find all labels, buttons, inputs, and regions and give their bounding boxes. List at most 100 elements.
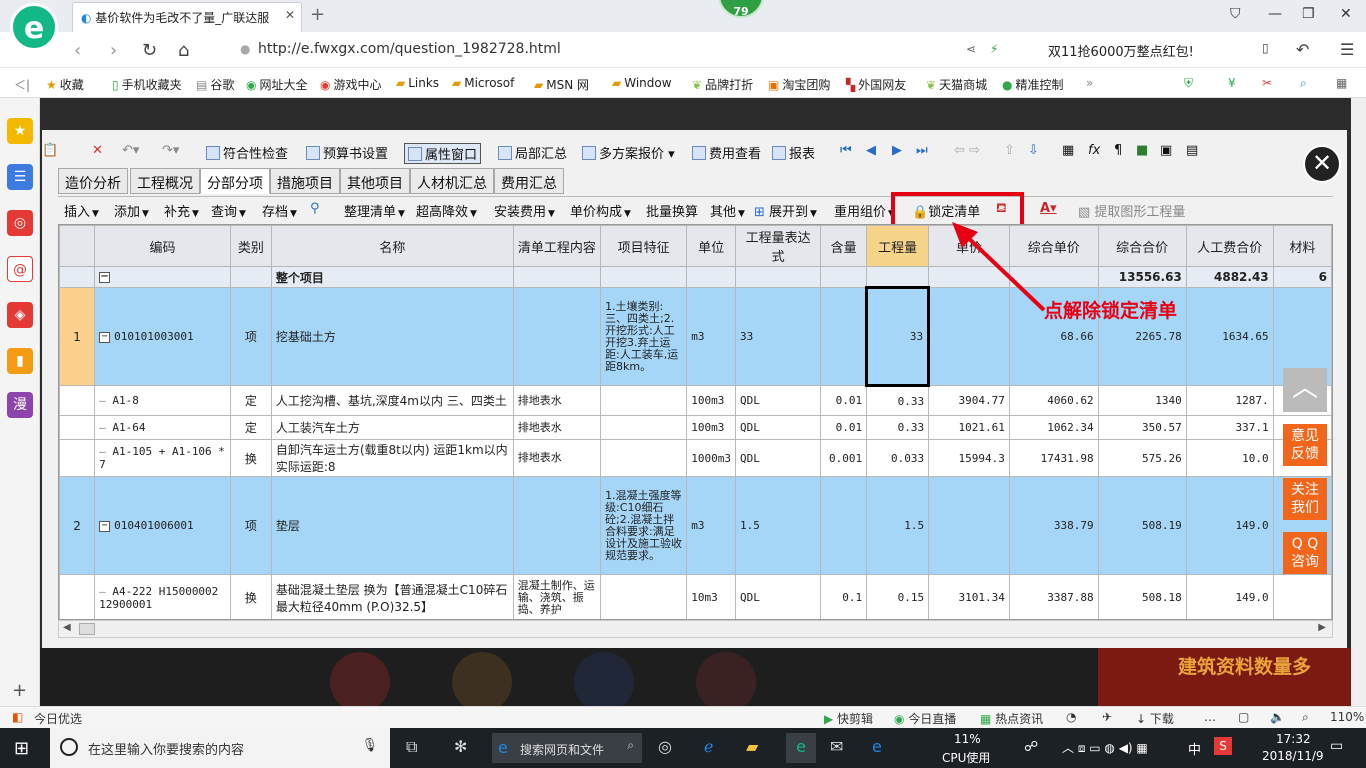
code-cell[interactable]: — A1-64 (94, 415, 231, 440)
follow-us-button[interactable]: 关注我们 (1283, 478, 1327, 520)
input-language[interactable]: 中 (1188, 739, 1201, 758)
tab-measures[interactable]: 措施项目 (270, 168, 340, 194)
nav-prev-icon[interactable]: ◀ (866, 143, 876, 158)
feature-cell[interactable] (600, 415, 688, 440)
type-cell[interactable]: 换 (229, 439, 272, 477)
file-explorer-icon[interactable]: ▰ (746, 737, 758, 756)
col-header[interactable]: 类别 (229, 225, 272, 267)
scroll-left-icon[interactable]: ◀ (63, 622, 71, 633)
nav-first-icon[interactable]: ⏮ (840, 143, 852, 158)
bookmark-item[interactable]: ▰ MSN 网 (534, 76, 589, 93)
ie-icon[interactable]: ℯ (704, 737, 713, 756)
labor-cost-cell[interactable]: 1634.65 (1185, 287, 1274, 386)
weibo-icon[interactable]: ◎ (7, 210, 33, 236)
tab-labor-material-summary[interactable]: 人材机汇总 (410, 168, 494, 194)
code-cell[interactable]: −010401006001 (94, 476, 231, 575)
move-down-icon[interactable]: ⇩ (1028, 143, 1039, 158)
bookmark-item[interactable]: ▯ 手机收藏夹 (112, 76, 182, 93)
active-browser-icon[interactable]: e (786, 733, 816, 763)
expr-cell[interactable]: 1.5 (734, 476, 822, 575)
search-icon[interactable]: ⌕ (1300, 76, 1307, 91)
query-button[interactable]: 查询 ▼ (211, 201, 246, 220)
name-cell[interactable]: 挖基础土方 (270, 287, 514, 386)
qq-consult-button[interactable]: Q Q咨询 (1283, 532, 1327, 574)
bookmark-item[interactable]: ❦ 天猫商城 (926, 76, 987, 93)
col-header[interactable]: 工程量表达式 (734, 225, 822, 267)
combined-unit-price-cell[interactable]: 1062.34 (1008, 415, 1099, 440)
mail-icon[interactable]: ✉ (830, 737, 843, 756)
lightbox-close-icon[interactable]: ✕ (1303, 145, 1341, 183)
labor-cost-cell[interactable]: 149.0 (1185, 476, 1274, 575)
name-cell[interactable]: 垫层 (270, 476, 514, 575)
bookmark-item[interactable]: ★ 收藏 (46, 76, 84, 93)
tab-close-icon[interactable]: ✕ (285, 8, 295, 22)
clock-date[interactable]: 2018/11/9 (1262, 749, 1324, 763)
content-cell[interactable]: 混凝土制作、运输、浇筑、振捣、养护 (512, 574, 602, 619)
feature-cell[interactable] (600, 385, 688, 416)
table-row[interactable]: — A1-8 定人工挖沟槽、基坑,深度4m以内 三、四类土 排地表水 100m3 QDL… (59, 385, 1332, 416)
table-row[interactable]: — A1-105 + A1-106 * 7 换自卸汽车运土方(载重8t以内) 运距… (59, 439, 1332, 477)
game-icon[interactable]: ◈ (7, 302, 33, 328)
tab-sub-items[interactable]: 分部分项 (200, 168, 270, 194)
windows-start-icon[interactable]: ⊞ (14, 738, 29, 759)
calculator-icon[interactable]: ▦ (1062, 143, 1074, 158)
home-icon[interactable]: ⌂ (178, 40, 189, 61)
binoculars-icon[interactable]: ⚲ (310, 201, 320, 216)
name-cell[interactable]: 基础混凝土垫层 换为【普通混凝土C10碎石最大粒径40mm (P.O)32.5】 (270, 574, 514, 619)
shirt-icon[interactable]: ⛉ (1230, 6, 1241, 22)
content-ratio-cell[interactable] (820, 287, 868, 386)
back-to-top-icon[interactable]: ︿ (1283, 368, 1327, 412)
scroll-right-icon[interactable]: ▶ (1318, 622, 1326, 633)
install-fee-button[interactable]: 安装费用 ▼ (494, 201, 555, 220)
code-cell[interactable]: — A1-105 + A1-106 * 7 (94, 439, 231, 477)
budget-settings-button[interactable]: 预算书设置 (306, 143, 388, 162)
export-icon[interactable]: ▣ (1160, 143, 1172, 158)
bookmark-item[interactable]: ▣ 淘宝团购 (768, 76, 830, 93)
taskbar-search-input[interactable]: 在这里输入你要搜索的内容 🎙 (50, 728, 390, 768)
content-ratio-cell[interactable] (820, 476, 868, 575)
minimize-icon[interactable]: — (1268, 6, 1282, 22)
cpu-usage[interactable]: 11% (954, 732, 981, 746)
col-header[interactable]: 清单工程内容 (512, 225, 602, 267)
content-ratio-cell[interactable]: 0.1 (820, 574, 868, 619)
nav-next-icon[interactable]: ▶ (892, 143, 902, 158)
page-scrollbar[interactable] (1351, 98, 1366, 706)
cube-icon[interactable]: ■ (1136, 143, 1148, 158)
fee-view-button[interactable]: 费用查看 (692, 143, 761, 162)
unit-cell[interactable]: m3 (686, 287, 736, 386)
combined-unit-price-cell[interactable]: 338.79 (1008, 476, 1099, 575)
live-link[interactable]: ◉ 今日直播 (894, 710, 956, 727)
labor-cost-cell[interactable]: 149.0 (1185, 574, 1274, 619)
forward-icon[interactable]: › (110, 40, 117, 61)
row-number[interactable] (59, 574, 96, 619)
bookmark-item[interactable]: ◉ 网址大全 (246, 76, 308, 93)
unit-cell[interactable]: 1000m3 (686, 439, 736, 477)
sogou-icon[interactable]: S (1214, 737, 1232, 755)
window-close-icon[interactable]: ✕ (1340, 6, 1352, 22)
pinwheel-icon[interactable]: ✻ (454, 737, 467, 756)
type-cell[interactable]: 换 (229, 574, 272, 619)
microphone-icon[interactable]: 🎙 (361, 738, 378, 753)
collapse-icon[interactable]: − (99, 331, 111, 343)
col-header-quantity[interactable]: 工程量 (866, 225, 930, 267)
bottom-promo-banner[interactable]: 建筑资料数量多 (1098, 648, 1351, 706)
row-number[interactable] (59, 439, 96, 477)
extract-quantity-button[interactable]: ▧ 提取图形工程量 (1078, 201, 1185, 220)
combined-price-cell[interactable]: 350.57 (1097, 415, 1187, 440)
clock-time[interactable]: 17:32 (1276, 732, 1311, 746)
quantity-cell[interactable]: 0.033 (866, 439, 930, 477)
col-header[interactable]: 材料 (1272, 225, 1332, 267)
quantity-cell[interactable]: 0.33 (866, 385, 930, 416)
feature-cell[interactable]: 1.混凝土强度等级:C10细石砼;2.混凝土拌合料要求:满足设计及施工验收规范要… (600, 476, 688, 575)
table-row[interactable]: 2−010401006001 项垫层 1.混凝土强度等级:C10细石砼;2.混凝土拌… (59, 476, 1332, 575)
organize-list-button[interactable]: 整理清单 ▼ (344, 201, 405, 220)
sound-icon[interactable]: 🔈 (1270, 710, 1285, 724)
content-cell[interactable] (512, 287, 602, 386)
browser-logo-icon[interactable]: e (10, 3, 58, 51)
move-left-icon[interactable]: ⇦ ⇨ (954, 143, 980, 158)
height-reduction-button[interactable]: 超高降效 ▼ (416, 201, 477, 220)
code-cell[interactable]: — A4-222 H15000002 12900001 (94, 574, 231, 619)
type-cell[interactable]: 定 (229, 385, 272, 416)
list-icon[interactable]: ☰ (7, 164, 33, 190)
combined-price-cell[interactable]: 508.18 (1097, 574, 1187, 619)
